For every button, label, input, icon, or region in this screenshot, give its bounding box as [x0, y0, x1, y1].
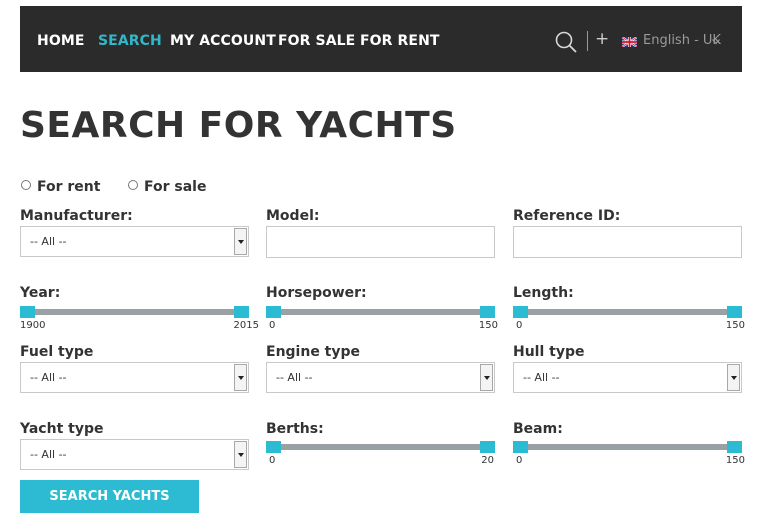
yacht-type-select[interactable]: -- All --	[20, 439, 249, 470]
year-label: Year:	[20, 285, 61, 301]
yacht-type-select-value: -- All --	[30, 448, 67, 461]
engine-type-select-value: -- All --	[276, 371, 313, 384]
nav-my-account[interactable]: MY ACCOUNT	[170, 33, 276, 49]
radio-for-rent-label: For rent	[37, 179, 101, 195]
yacht-type-label: Yacht type	[20, 421, 104, 437]
slider-handle-min[interactable]	[513, 306, 528, 318]
length-slider[interactable]: 0 150	[513, 306, 745, 334]
berths-min-value: 0	[269, 455, 276, 466]
radio-for-rent[interactable]: For rent	[21, 179, 100, 195]
nav-home[interactable]: HOME	[37, 33, 85, 49]
slider-handle-max[interactable]	[480, 441, 495, 453]
engine-type-select[interactable]: -- All --	[266, 362, 495, 393]
manufacturer-select[interactable]: -- All --	[20, 226, 249, 257]
slider-track[interactable]	[513, 309, 742, 315]
language-selector[interactable]: English - UK	[643, 34, 721, 48]
horsepower-max-value: 150	[478, 320, 498, 331]
slider-handle-max[interactable]	[234, 306, 249, 318]
manufacturer-select-value: -- All --	[30, 235, 67, 248]
year-min-value: 1900	[20, 320, 46, 331]
nav-search[interactable]: SEARCH	[98, 33, 162, 49]
horsepower-slider[interactable]: 0 150	[266, 306, 498, 334]
horsepower-label: Horsepower:	[266, 285, 367, 301]
uk-flag-icon	[622, 37, 637, 47]
page-title: SEARCH FOR YACHTS	[20, 105, 457, 146]
plus-icon[interactable]: +	[595, 30, 609, 48]
chevron-down-icon[interactable]	[712, 39, 720, 45]
length-min-value: 0	[516, 320, 523, 331]
slider-handle-max[interactable]	[727, 306, 742, 318]
slider-handle-min[interactable]	[513, 441, 528, 453]
engine-type-label: Engine type	[266, 344, 361, 360]
slider-handle-max[interactable]	[727, 441, 742, 453]
slider-handle-max[interactable]	[480, 306, 495, 318]
dropdown-arrow-icon[interactable]	[234, 364, 247, 391]
beam-min-value: 0	[516, 455, 523, 466]
nav-for-rent[interactable]: FOR RENT	[360, 33, 440, 49]
fuel-type-select-value: -- All --	[30, 371, 67, 384]
horsepower-min-value: 0	[269, 320, 276, 331]
fuel-type-label: Fuel type	[20, 344, 94, 360]
slider-handle-min[interactable]	[20, 306, 35, 318]
radio-for-sale[interactable]: For sale	[128, 179, 206, 195]
model-label: Model:	[266, 208, 320, 224]
dropdown-arrow-icon[interactable]	[234, 441, 247, 468]
berths-label: Berths:	[266, 421, 324, 437]
slider-track[interactable]	[513, 444, 742, 450]
slider-handle-min[interactable]	[266, 441, 281, 453]
slider-track[interactable]	[266, 444, 495, 450]
nav-separator	[587, 31, 588, 51]
hull-type-label: Hull type	[513, 344, 585, 360]
radio-circle[interactable]	[21, 180, 31, 190]
slider-track[interactable]	[20, 309, 249, 315]
reference-id-input[interactable]	[513, 226, 742, 258]
year-slider[interactable]: 1900 2015	[20, 306, 259, 334]
fuel-type-select[interactable]: -- All --	[20, 362, 249, 393]
hull-type-select[interactable]: -- All --	[513, 362, 742, 393]
nav-for-sale[interactable]: FOR SALE	[278, 33, 355, 49]
model-input[interactable]	[266, 226, 495, 258]
radio-for-sale-label: For sale	[144, 179, 207, 195]
length-label: Length:	[513, 285, 574, 301]
year-max-value: 2015	[233, 320, 259, 331]
slider-track[interactable]	[266, 309, 495, 315]
length-max-value: 150	[725, 320, 745, 331]
beam-max-value: 150	[725, 455, 745, 466]
radio-circle[interactable]	[128, 180, 138, 190]
search-yachts-button[interactable]: SEARCH YACHTS	[20, 480, 199, 513]
hull-type-select-value: -- All --	[523, 371, 560, 384]
reference-id-label: Reference ID:	[513, 208, 621, 224]
dropdown-arrow-icon[interactable]	[727, 364, 740, 391]
berths-slider[interactable]: 0 20	[266, 441, 495, 469]
beam-label: Beam:	[513, 421, 563, 437]
search-icon[interactable]	[554, 30, 578, 54]
manufacturer-label: Manufacturer:	[20, 208, 133, 224]
dropdown-arrow-icon[interactable]	[234, 228, 247, 255]
top-navbar: HOME SEARCH MY ACCOUNT FOR SALE FOR RENT…	[20, 6, 742, 72]
slider-handle-min[interactable]	[266, 306, 281, 318]
dropdown-arrow-icon[interactable]	[480, 364, 493, 391]
berths-max-value: 20	[481, 455, 494, 466]
beam-slider[interactable]: 0 150	[513, 441, 745, 469]
